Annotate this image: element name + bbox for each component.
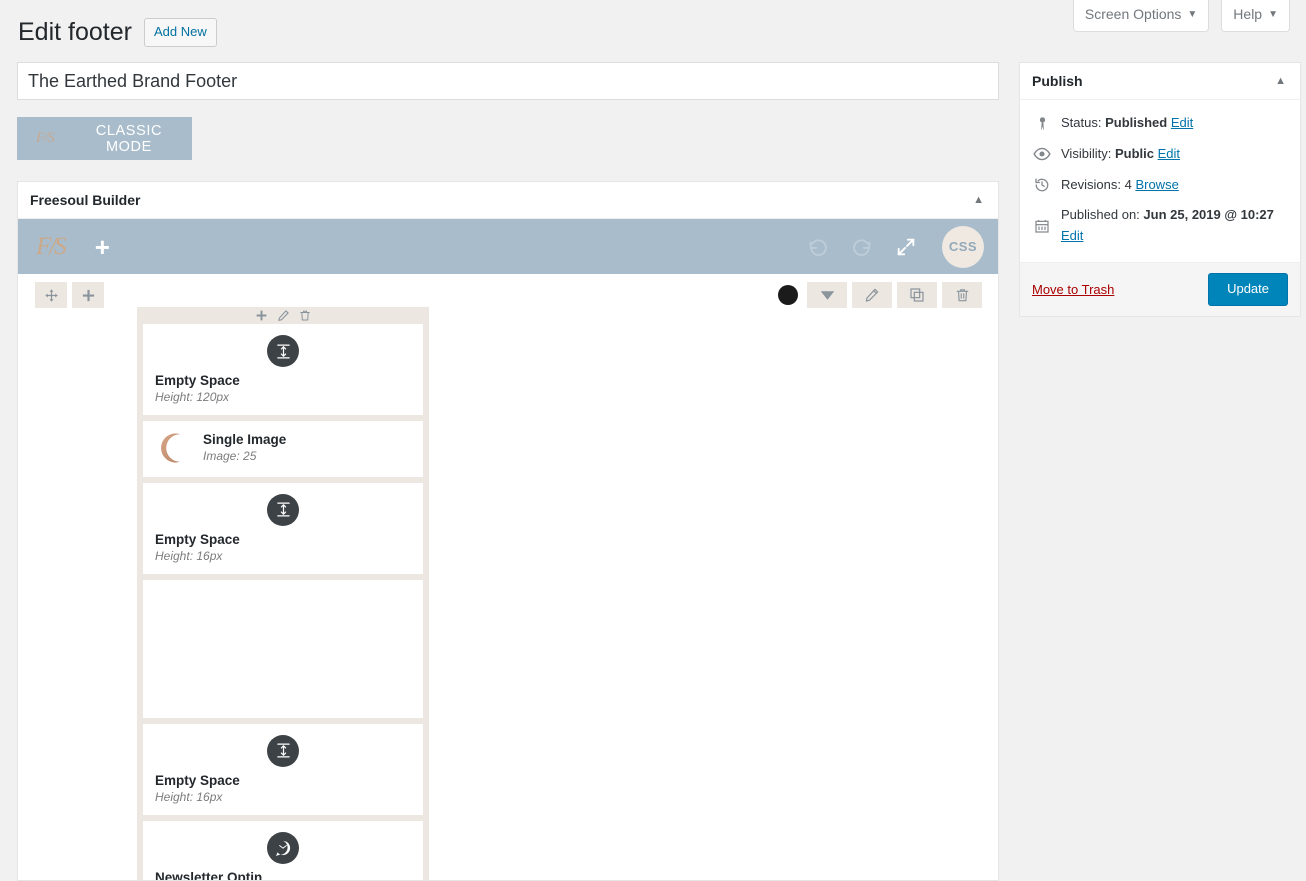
widget-title: Empty Space — [155, 373, 240, 388]
widget-empty-space[interactable]: Empty Space Height: 16px — [143, 723, 423, 815]
add-widget-icon[interactable] — [255, 309, 268, 322]
revisions-count: 4 — [1124, 176, 1132, 192]
publish-body: Status: Published Edit Visibility: Publi… — [1020, 100, 1300, 262]
section-tools — [137, 307, 429, 324]
row-dropdown-icon[interactable] — [807, 282, 847, 308]
row-controls-right — [778, 282, 982, 308]
delete-section-trash-icon[interactable] — [299, 309, 311, 322]
edit-published-date-link[interactable]: Edit — [1061, 228, 1083, 243]
published-text-group: Published on: Jun 25, 2019 @ 10:27 Edit — [1061, 205, 1288, 247]
status-text-group: Status: Published Edit — [1061, 113, 1193, 134]
redo-icon[interactable] — [840, 236, 884, 258]
collapse-toggle-icon[interactable]: ▲ — [973, 194, 984, 206]
post-title-input[interactable] — [17, 62, 999, 100]
delete-row-trash-icon[interactable] — [942, 282, 982, 308]
move-row-handle-icon[interactable] — [35, 282, 67, 308]
fullscreen-expand-icon[interactable] — [884, 236, 928, 258]
newsletter-envelope-icon — [267, 831, 299, 864]
freesoul-logo-icon[interactable]: F/S — [36, 233, 67, 261]
publish-metabox: Publish ▲ Status: Published Edit Visibil… — [1019, 62, 1301, 318]
classic-mode-label: CLASSIC MODE — [95, 122, 163, 155]
visibility-eye-icon — [1032, 147, 1052, 161]
screen-meta-links: Screen Options ▼ Help ▼ — [1072, 0, 1290, 32]
help-label: Help — [1233, 6, 1263, 22]
widget-title: Empty Space — [155, 531, 240, 547]
collapse-toggle-icon[interactable]: ▲ — [1275, 75, 1286, 87]
chevron-down-icon: ▼ — [1187, 8, 1198, 20]
chevron-down-icon: ▼ — [1268, 8, 1278, 20]
visibility-label: Visibility: — [1061, 145, 1112, 161]
vertical-resize-icon — [267, 734, 299, 767]
undo-icon[interactable] — [796, 236, 840, 258]
publish-metabox-header: Publish ▲ — [1020, 63, 1300, 100]
publish-revisions-row: Revisions: 4 Browse — [1032, 170, 1288, 201]
status-value: Published — [1105, 115, 1168, 130]
widget-text-group: Single Image Image: 25 — [203, 432, 286, 464]
add-element-icon[interactable]: + — [95, 234, 110, 260]
add-new-button[interactable]: Add New — [143, 18, 217, 47]
edit-section-pencil-icon[interactable] — [277, 309, 290, 322]
widget-subtitle: Height: 16px — [155, 789, 223, 804]
publish-footer: Move to Trash Update — [1020, 261, 1300, 317]
freesoul-builder-metabox: Freesoul Builder ▲ F/S + CSS Empty Space… — [17, 181, 999, 881]
vertical-resize-icon — [267, 335, 299, 367]
status-pin-icon — [1032, 116, 1052, 131]
row-color-swatch[interactable] — [778, 285, 798, 305]
widget-single-image[interactable]: Single Image Image: 25 — [143, 420, 423, 477]
published-label: Published on: — [1061, 207, 1140, 223]
edit-status-link[interactable]: Edit — [1171, 115, 1193, 130]
publish-status-row: Status: Published Edit — [1032, 108, 1288, 139]
widget-title: Newsletter Optin — [155, 869, 263, 881]
status-label: Status: — [1061, 115, 1102, 130]
builder-section[interactable]: Empty Space Height: 120px Single Image I… — [137, 307, 429, 881]
row-controls-left — [35, 282, 104, 308]
builder-title: Freesoul Builder — [30, 192, 141, 208]
edit-visibility-link[interactable]: Edit — [1158, 146, 1180, 161]
revisions-clock-icon — [1032, 177, 1052, 193]
revisions-text-group: Revisions: 4 Browse — [1061, 175, 1179, 196]
publish-visibility-row: Visibility: Public Edit — [1032, 139, 1288, 170]
edit-row-pencil-icon[interactable] — [852, 282, 892, 308]
visibility-value: Public — [1114, 145, 1154, 161]
builder-canvas: Empty Space Height: 120px Single Image I… — [18, 274, 998, 880]
screen-options-label: Screen Options — [1084, 6, 1182, 22]
widget-empty-space[interactable]: Empty Space Height: 16px — [143, 482, 423, 574]
calendar-icon — [1032, 218, 1052, 234]
widget-subtitle: Image: 25 — [203, 448, 257, 463]
freesoul-logo-icon: F/S — [36, 130, 55, 146]
vertical-resize-icon — [267, 493, 299, 526]
classic-mode-button[interactable]: F/S CLASSIC MODE — [17, 117, 192, 160]
widget-blank[interactable] — [143, 579, 423, 718]
visibility-text-group: Visibility: Public Edit — [1061, 144, 1180, 165]
css-editor-button[interactable]: CSS — [942, 225, 984, 268]
page-heading-group: Edit footer Add New — [18, 16, 217, 49]
crescent-moon-icon — [155, 431, 189, 465]
revisions-label: Revisions: — [1061, 176, 1121, 192]
publish-title: Publish — [1032, 73, 1083, 89]
page-title: Edit footer — [18, 18, 132, 46]
widget-newsletter-optin[interactable]: Newsletter Optin — [143, 820, 423, 881]
widget-subtitle: Height: 16px — [155, 548, 223, 563]
move-to-trash-link[interactable]: Move to Trash — [1032, 282, 1114, 297]
builder-toolbar: F/S + CSS — [18, 219, 998, 274]
builder-metabox-header: Freesoul Builder ▲ — [18, 182, 998, 219]
duplicate-row-icon[interactable] — [897, 282, 937, 308]
widget-subtitle: Height: 120px — [155, 389, 230, 404]
widget-title: Empty Space — [155, 772, 240, 788]
widget-empty-space[interactable]: Empty Space Height: 120px — [143, 324, 423, 415]
publish-date-row: Published on: Jun 25, 2019 @ 10:27 Edit — [1032, 200, 1288, 252]
browse-revisions-link[interactable]: Browse — [1135, 177, 1178, 192]
screen-options-button[interactable]: Screen Options ▼ — [1072, 0, 1210, 32]
update-button[interactable]: Update — [1208, 272, 1288, 307]
widget-title: Single Image — [203, 431, 287, 447]
add-row-icon[interactable] — [72, 282, 104, 308]
help-button[interactable]: Help ▼ — [1221, 0, 1290, 32]
published-value: Jun 25, 2019 @ 10:27 — [1143, 207, 1274, 223]
